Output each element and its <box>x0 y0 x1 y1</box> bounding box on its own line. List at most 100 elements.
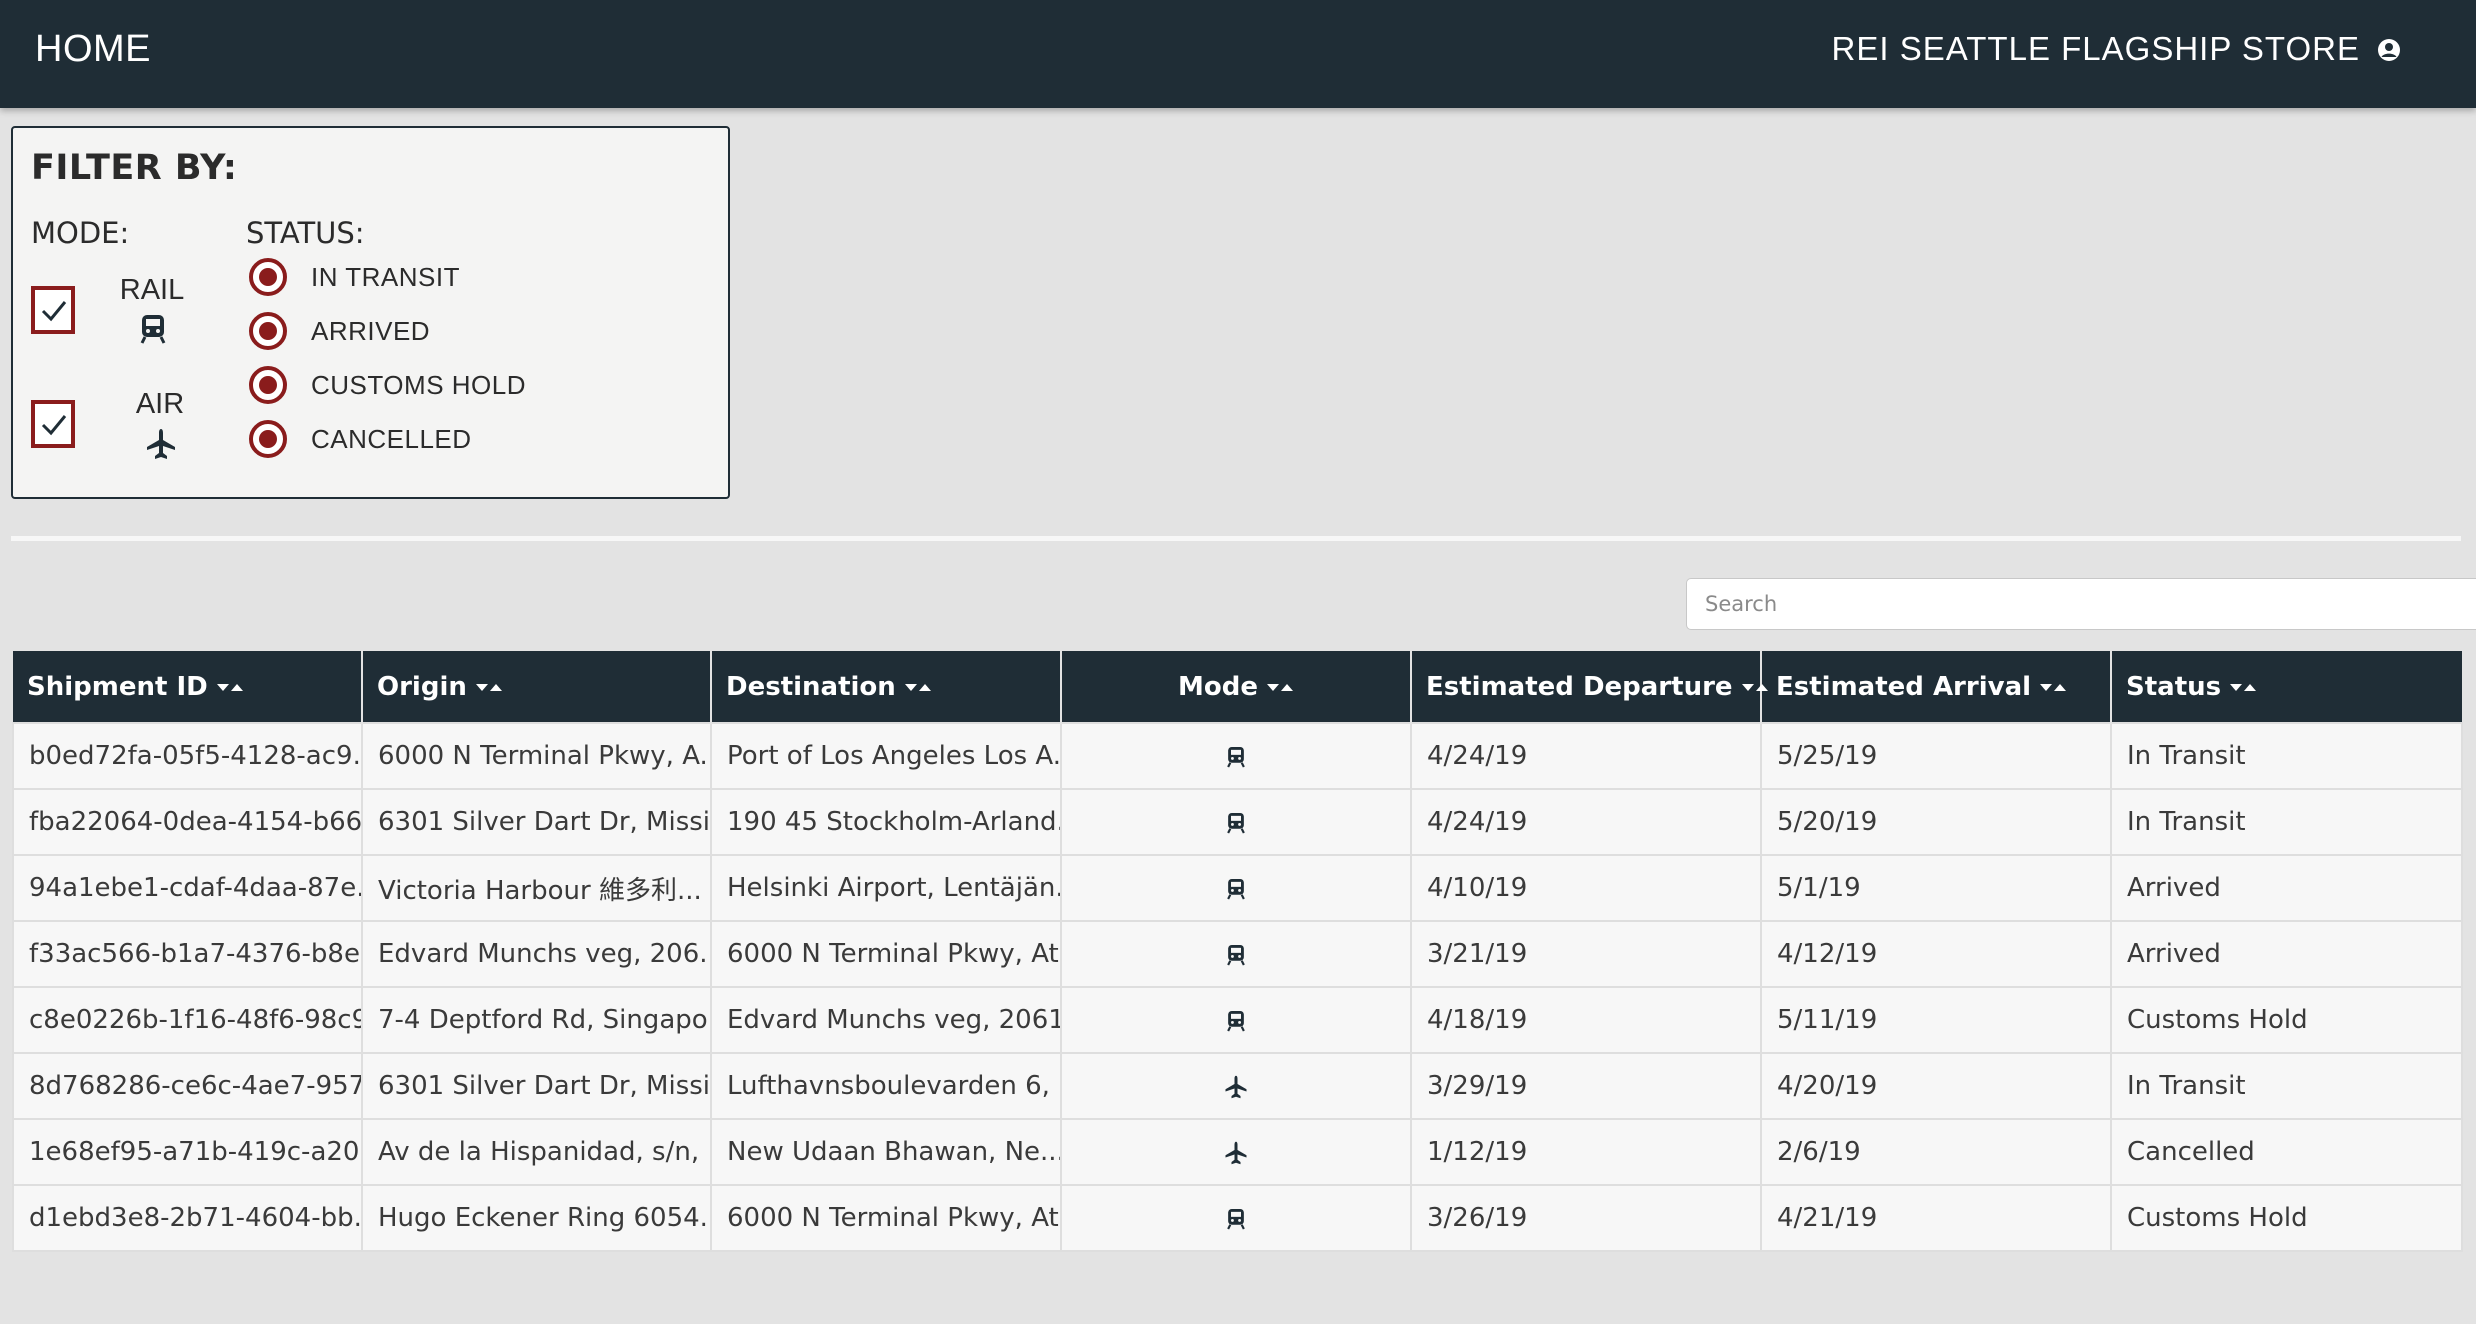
column-header-origin[interactable]: Origin <box>362 651 712 723</box>
cell-estimated-arrival: 5/20/19 <box>1760 788 2112 856</box>
train-icon <box>1227 746 1245 767</box>
status-label-customs-hold[interactable]: CUSTOMS HOLD <box>311 370 526 401</box>
cell-destination: 6000 N Terminal Pkwy, At... <box>710 920 1062 988</box>
status-radio-customs-hold[interactable] <box>249 366 287 404</box>
cell-estimated-departure: 4/24/19 <box>1410 722 1762 790</box>
store-name[interactable]: REI SEATTLE FLAGSHIP STORE <box>1832 30 2360 68</box>
cell-shipment-id: fba22064-0dea-4154-b66... <box>12 788 363 856</box>
column-header-shipment-id[interactable]: Shipment ID <box>13 651 363 723</box>
rail-mode-label: RAIL <box>119 274 185 306</box>
sort-icon[interactable] <box>1741 680 1769 694</box>
cell-estimated-departure: 4/10/19 <box>1410 854 1762 922</box>
cell-destination: Lufthavnsboulevarden 6, ... <box>710 1052 1062 1120</box>
cell-shipment-id: b0ed72fa-05f5-4128-ac9... <box>12 722 363 790</box>
table-row[interactable]: f33ac566-b1a7-4376-b8e... Edvard Munchs v… <box>12 920 2463 988</box>
cell-status: In Transit <box>2110 722 2463 790</box>
column-header-mode[interactable]: Mode <box>1061 651 1412 723</box>
column-header-label: Shipment ID <box>27 671 208 702</box>
top-navigation-bar: HOME REI SEATTLE FLAGSHIP STORE <box>0 0 2476 108</box>
airplane-icon <box>1225 1075 1247 1098</box>
checkmark-icon <box>41 415 67 436</box>
cell-status: In Transit <box>2110 788 2463 856</box>
cell-estimated-departure: 3/21/19 <box>1410 920 1762 988</box>
train-icon <box>1227 944 1245 965</box>
cell-status: Cancelled <box>2110 1118 2463 1186</box>
filter-panel: FILTER BY: MODE: STATUS: RAIL AIR IN TRA… <box>11 126 730 499</box>
rail-checkbox[interactable] <box>31 286 75 334</box>
cell-mode <box>1060 788 1412 856</box>
train-icon <box>1227 812 1245 833</box>
cell-origin: Victoria Harbour 維多利... <box>361 854 712 922</box>
cell-origin: 7-4 Deptford Rd, Singapo... <box>361 986 712 1054</box>
column-header-label: Status <box>2126 671 2222 702</box>
cell-estimated-arrival: 4/20/19 <box>1760 1052 2112 1120</box>
cell-shipment-id: 94a1ebe1-cdaf-4daa-87e... <box>12 854 363 922</box>
status-label-in-transit[interactable]: IN TRANSIT <box>311 262 460 293</box>
status-radio-arrived[interactable] <box>249 312 287 350</box>
column-header-status[interactable]: Status <box>2111 651 2462 723</box>
column-header-label: Estimated Departure <box>1426 671 1733 702</box>
filter-title: FILTER BY: <box>31 148 238 188</box>
cell-estimated-arrival: 5/11/19 <box>1760 986 2112 1054</box>
cell-status: Customs Hold <box>2110 986 2463 1054</box>
table-row[interactable]: fba22064-0dea-4154-b66... 6301 Silver Dar… <box>12 788 2463 856</box>
table-row[interactable]: c8e0226b-1f16-48f6-98c9... 7-4 Deptford R… <box>12 986 2463 1054</box>
cell-mode <box>1060 854 1412 922</box>
column-header-label: Origin <box>377 671 467 702</box>
cell-shipment-id: 1e68ef95-a71b-419c-a20... <box>12 1118 363 1186</box>
cell-estimated-departure: 4/18/19 <box>1410 986 1762 1054</box>
cell-status: Arrived <box>2110 920 2463 988</box>
column-header-destination[interactable]: Destination <box>711 651 1062 723</box>
cell-estimated-arrival: 5/25/19 <box>1760 722 2112 790</box>
search-input[interactable] <box>1686 578 2476 630</box>
cell-estimated-departure: 3/29/19 <box>1410 1052 1762 1120</box>
cell-destination: Port of Los Angeles Los A... <box>710 722 1062 790</box>
status-label: STATUS: <box>246 216 365 250</box>
table-row[interactable]: b0ed72fa-05f5-4128-ac9... 6000 N Terminal… <box>12 722 2463 790</box>
cell-status: Arrived <box>2110 854 2463 922</box>
cell-destination: Helsinki Airport, Lentäjän... <box>710 854 1062 922</box>
sort-icon[interactable] <box>2039 680 2067 694</box>
column-header-estimated-arrival[interactable]: Estimated Arrival <box>1761 651 2112 723</box>
table-row[interactable]: 94a1ebe1-cdaf-4daa-87e... Victoria Harbou… <box>12 854 2463 922</box>
mode-label: MODE: <box>31 216 130 250</box>
cell-origin: Hugo Eckener Ring 6054... <box>361 1184 712 1252</box>
table-row[interactable]: 8d768286-ce6c-4ae7-957... 6301 Silver Dar… <box>12 1052 2463 1120</box>
train-icon <box>1227 1208 1245 1229</box>
cell-mode <box>1060 920 1412 988</box>
cell-estimated-departure: 4/24/19 <box>1410 788 1762 856</box>
table-row[interactable]: 1e68ef95-a71b-419c-a20... Av de la Hispan… <box>12 1118 2463 1186</box>
sort-icon[interactable] <box>2229 680 2257 694</box>
home-link[interactable]: HOME <box>35 28 151 71</box>
airplane-icon <box>1225 1141 1247 1164</box>
cell-estimated-arrival: 4/21/19 <box>1760 1184 2112 1252</box>
checkmark-icon <box>41 301 67 322</box>
cell-shipment-id: f33ac566-b1a7-4376-b8e... <box>12 920 363 988</box>
air-checkbox[interactable] <box>31 400 75 448</box>
sort-icon[interactable] <box>475 680 503 694</box>
status-label-arrived[interactable]: ARRIVED <box>311 316 430 347</box>
cell-status: Customs Hold <box>2110 1184 2463 1252</box>
sort-icon[interactable] <box>904 680 932 694</box>
cell-estimated-arrival: 4/12/19 <box>1760 920 2112 988</box>
sort-icon[interactable] <box>216 680 244 694</box>
status-radio-in-transit[interactable] <box>249 258 287 296</box>
cell-destination: 190 45 Stockholm-Arland... <box>710 788 1062 856</box>
shipments-table: Shipment ID Origin Destination Mode Esti… <box>12 651 2463 1252</box>
cell-shipment-id: 8d768286-ce6c-4ae7-957... <box>12 1052 363 1120</box>
column-header-estimated-departure[interactable]: Estimated Departure <box>1411 651 1768 723</box>
user-circle-icon[interactable] <box>2377 38 2401 62</box>
cell-estimated-arrival: 5/1/19 <box>1760 854 2112 922</box>
cell-destination: Edvard Munchs veg, 2061... <box>710 986 1062 1054</box>
status-label-cancelled[interactable]: CANCELLED <box>311 424 472 455</box>
sort-icon[interactable] <box>1266 680 1294 694</box>
train-icon <box>1227 1010 1245 1031</box>
airplane-icon <box>147 429 175 459</box>
status-radio-cancelled[interactable] <box>249 420 287 458</box>
table-row[interactable]: d1ebd3e8-2b71-4604-bb... Hugo Eckener Rin… <box>12 1184 2463 1252</box>
cell-origin: 6301 Silver Dart Dr, Missi... <box>361 1052 712 1120</box>
cell-shipment-id: d1ebd3e8-2b71-4604-bb... <box>12 1184 363 1252</box>
cell-origin: 6000 N Terminal Pkwy, A... <box>361 722 712 790</box>
cell-origin: 6301 Silver Dart Dr, Missi... <box>361 788 712 856</box>
table-header-row: Shipment ID Origin Destination Mode Esti… <box>13 651 2462 723</box>
